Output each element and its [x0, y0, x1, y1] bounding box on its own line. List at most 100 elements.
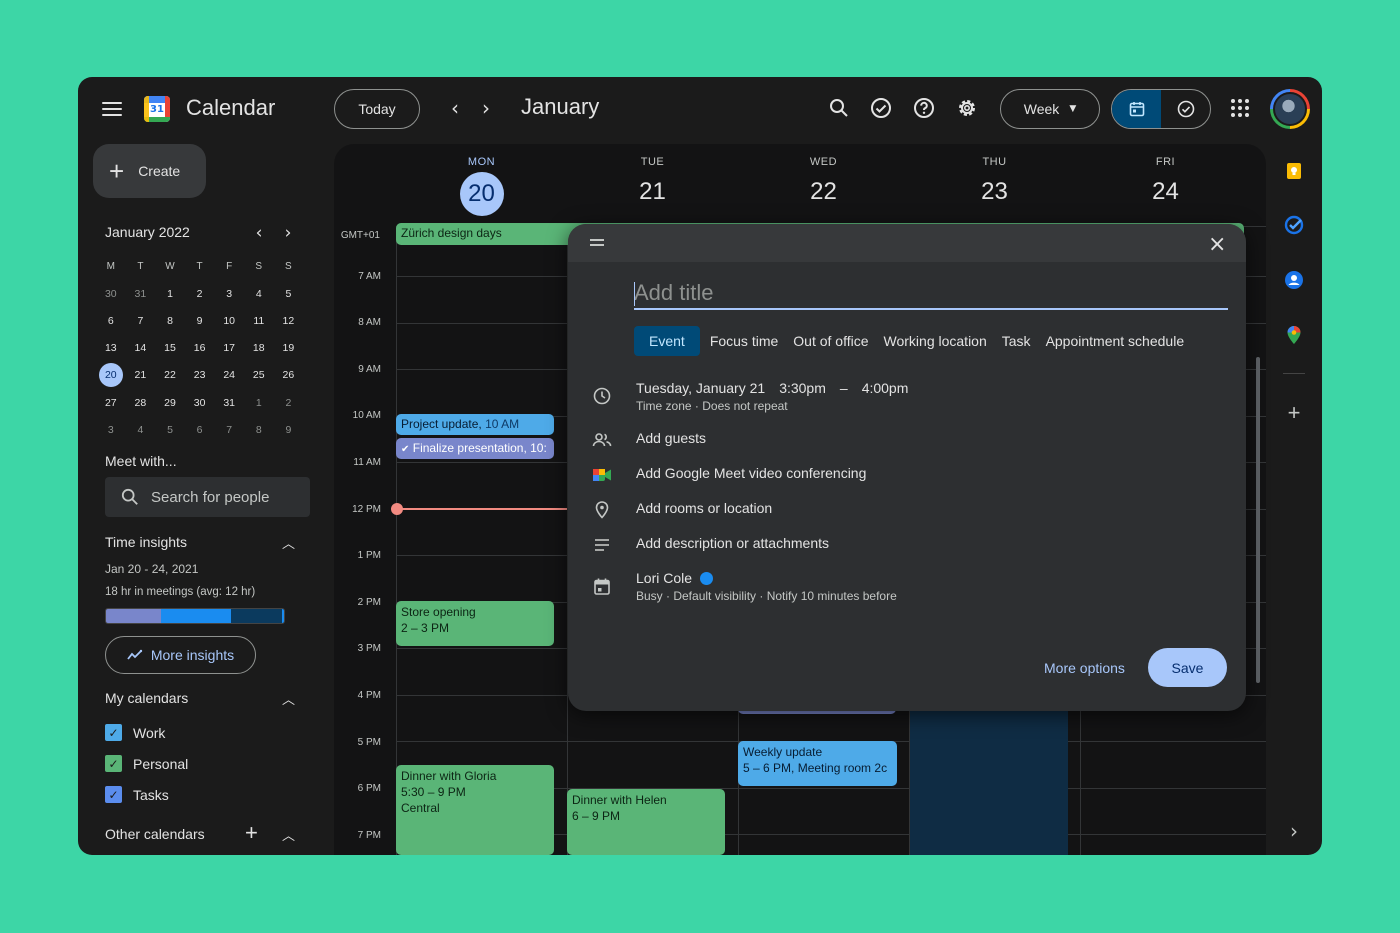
apps-grid-icon[interactable] — [1231, 99, 1249, 117]
mini-day[interactable]: 4 — [126, 416, 156, 443]
event-store-opening[interactable]: Store opening 2 – 3 PM — [396, 601, 554, 646]
mini-day[interactable]: 6 — [185, 416, 215, 443]
mini-day[interactable]: 31 — [126, 280, 156, 307]
event-date[interactable]: Tuesday, January 21 — [636, 380, 765, 396]
tasks-view-icon[interactable] — [1161, 90, 1210, 128]
add-meet-row[interactable]: Add Google Meet video conferencing — [592, 465, 866, 485]
chevron-right-icon[interactable]: › — [475, 98, 497, 120]
event-finalize-presentation[interactable]: ✔ Finalize presentation, 10: — [396, 438, 554, 459]
view-selector[interactable]: Week ▼ — [1000, 89, 1100, 129]
day-header-thu[interactable]: THU 23 — [909, 156, 1080, 216]
mini-day[interactable]: 28 — [126, 389, 156, 416]
mini-day[interactable]: 9 — [185, 307, 215, 334]
main-menu-icon[interactable] — [100, 99, 124, 119]
mini-day[interactable]: 3 — [96, 416, 126, 443]
mini-day[interactable]: 1 — [155, 280, 185, 307]
event-title-input[interactable]: Add title — [634, 276, 1228, 310]
today-button[interactable]: Today — [334, 89, 420, 129]
add-guests-row[interactable]: Add guests — [592, 430, 706, 450]
checkbox-checked-icon[interactable]: ✓ — [105, 786, 122, 803]
avatar[interactable] — [1270, 89, 1310, 129]
tab-out-of-office[interactable]: Out of office — [793, 326, 883, 356]
mini-day[interactable]: 5 — [155, 416, 185, 443]
mini-prev-icon[interactable]: ‹ — [248, 223, 270, 245]
collapse-other-calendars-icon[interactable]: ︿ — [282, 825, 295, 844]
add-description-row[interactable]: Add description or attachments — [592, 535, 829, 555]
search-people-input[interactable]: Search for people — [105, 477, 310, 517]
event-dinner-helen[interactable]: Dinner with Helen 6 – 9 PM — [567, 789, 725, 855]
drag-handle-icon[interactable] — [590, 239, 604, 246]
event-start-time[interactable]: 3:30pm — [779, 380, 826, 396]
mini-day[interactable]: 25 — [244, 362, 274, 389]
mini-day[interactable]: 30 — [185, 389, 215, 416]
more-insights-button[interactable]: More insights — [105, 636, 256, 674]
day-header-fri[interactable]: FRI 24 — [1080, 156, 1251, 216]
mini-day[interactable]: 9 — [274, 416, 304, 443]
mini-day[interactable]: 21 — [126, 362, 156, 389]
day-header-wed[interactable]: WED 22 — [738, 156, 909, 216]
close-icon[interactable]: × — [1208, 232, 1226, 257]
mini-day[interactable]: 10 — [214, 307, 244, 334]
mini-day[interactable]: 14 — [126, 335, 156, 362]
datetime-row[interactable]: Tuesday, January 21 3:30pm – 4:00pm Time… — [592, 380, 908, 413]
help-icon[interactable] — [910, 94, 938, 122]
mini-day[interactable]: 24 — [214, 362, 244, 389]
scrollbar[interactable] — [1256, 357, 1260, 683]
event-end-time[interactable]: 4:00pm — [862, 380, 909, 396]
more-options-button[interactable]: More options — [1044, 660, 1125, 676]
search-icon[interactable] — [825, 94, 853, 122]
mini-next-icon[interactable]: › — [277, 223, 299, 245]
calendar-view-icon[interactable] — [1112, 90, 1161, 128]
checkbox-checked-icon[interactable]: ✓ — [105, 755, 122, 772]
calendar-item-work[interactable]: ✓ Work — [105, 724, 165, 741]
collapse-my-calendars-icon[interactable]: ︿ — [282, 689, 295, 708]
tab-event[interactable]: Event — [634, 326, 700, 356]
mini-day[interactable]: 18 — [244, 335, 274, 362]
mini-day[interactable]: 8 — [155, 307, 185, 334]
mini-day[interactable]: 29 — [155, 389, 185, 416]
calendar-owner-row[interactable]: Lori Cole Busy · Default visibility · No… — [592, 570, 897, 603]
mini-day[interactable]: 7 — [214, 416, 244, 443]
collapse-insights-icon[interactable]: ︿ — [282, 533, 295, 552]
calendar-color-dot[interactable] — [700, 571, 714, 585]
task-check-icon[interactable] — [867, 94, 895, 122]
event-dinner-gloria[interactable]: Dinner with Gloria 5:30 – 9 PM Central — [396, 765, 554, 855]
mini-day[interactable]: 31 — [214, 389, 244, 416]
timezone-repeat-label[interactable]: Time zone · Does not repeat — [636, 399, 908, 413]
save-button[interactable]: Save — [1148, 648, 1227, 687]
day-header-tue[interactable]: TUE 21 — [567, 156, 738, 216]
mini-day[interactable]: 30 — [96, 280, 126, 307]
add-calendar-icon[interactable]: + — [245, 820, 258, 846]
mini-day[interactable]: 27 — [96, 389, 126, 416]
tasks-icon[interactable] — [1278, 209, 1310, 241]
tab-working-location[interactable]: Working location — [884, 326, 1002, 356]
event-weekly-update[interactable]: Weekly update 5 – 6 PM, Meeting room 2c — [738, 741, 897, 786]
mini-day[interactable]: 17 — [214, 335, 244, 362]
add-location-row[interactable]: Add rooms or location — [592, 500, 772, 520]
mini-day[interactable]: 23 — [185, 362, 215, 389]
dialog-drag-bar[interactable] — [568, 224, 1246, 262]
calendar-item-personal[interactable]: ✓ Personal — [105, 755, 188, 772]
mini-day[interactable]: 2 — [185, 280, 215, 307]
mini-day[interactable]: 11 — [244, 307, 274, 334]
mini-day[interactable]: 15 — [155, 335, 185, 362]
mini-day[interactable]: 13 — [96, 335, 126, 362]
mini-day[interactable]: 19 — [274, 335, 304, 362]
expand-panel-icon[interactable]: › — [1278, 815, 1310, 847]
calendar-item-tasks[interactable]: ✓ Tasks — [105, 786, 169, 803]
mini-day[interactable]: 22 — [155, 362, 185, 389]
tab-focus-time[interactable]: Focus time — [710, 326, 793, 356]
day-header-mon[interactable]: MON 20 — [396, 156, 567, 216]
add-addon-icon[interactable]: + — [1278, 397, 1310, 429]
maps-icon[interactable] — [1278, 319, 1310, 351]
mini-day[interactable]: 5 — [274, 280, 304, 307]
gear-icon[interactable] — [953, 94, 981, 122]
mini-day[interactable]: 26 — [274, 362, 304, 389]
event-project-update[interactable]: Project update, 10 AM — [396, 414, 554, 435]
mini-day-selected[interactable]: 20 — [96, 362, 126, 389]
mini-day[interactable]: 1 — [244, 389, 274, 416]
tab-appointment-schedule[interactable]: Appointment schedule — [1046, 326, 1185, 356]
mini-day[interactable]: 8 — [244, 416, 274, 443]
mini-day[interactable]: 7 — [126, 307, 156, 334]
mini-day[interactable]: 2 — [274, 389, 304, 416]
